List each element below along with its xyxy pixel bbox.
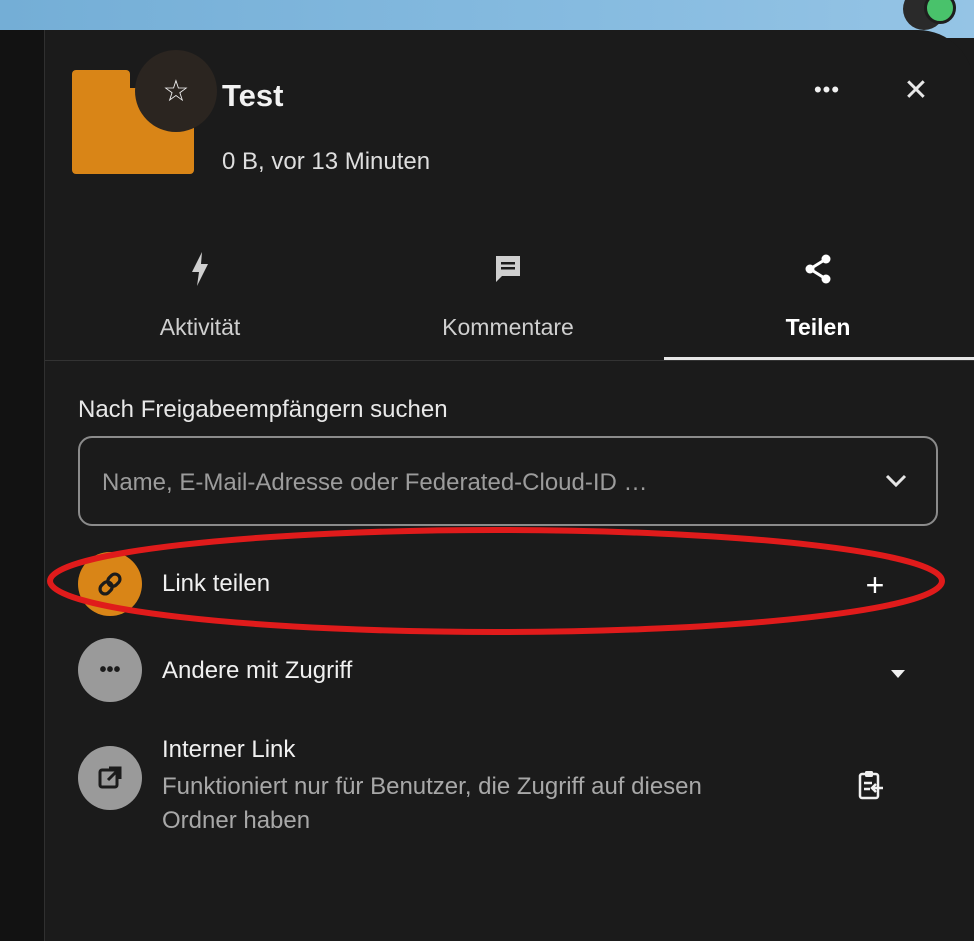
clipboard-icon bbox=[858, 771, 883, 800]
file-meta: 0 B, vor 13 Minuten bbox=[222, 148, 431, 175]
tab-label: Teilen bbox=[785, 314, 851, 340]
comment-icon bbox=[408, 244, 608, 290]
search-label: Nach Freigabeempfängern suchen bbox=[78, 396, 448, 423]
link-icon bbox=[78, 552, 142, 616]
tab-comments[interactable]: Kommentare bbox=[408, 244, 608, 360]
others-expand-button[interactable] bbox=[878, 654, 918, 694]
chevron-down-icon[interactable] bbox=[882, 466, 910, 494]
caret-down-icon bbox=[891, 670, 905, 678]
internal-link-description: Funktioniert nur für Benutzer, die Zugri… bbox=[162, 773, 702, 834]
share-link-label[interactable]: Link teilen bbox=[162, 570, 270, 598]
star-icon: ☆ bbox=[162, 74, 190, 108]
more-actions-button[interactable]: ••• bbox=[805, 72, 849, 108]
close-button[interactable]: ✕ bbox=[896, 70, 936, 110]
tab-label: Aktivität bbox=[159, 314, 241, 340]
recipient-search-box[interactable] bbox=[78, 436, 938, 526]
add-share-link-button[interactable]: + bbox=[852, 562, 898, 608]
others-with-access-label[interactable]: Andere mit Zugriff bbox=[162, 657, 352, 685]
more-icon: ••• bbox=[78, 638, 142, 702]
more-icon-glyph: ••• bbox=[99, 658, 121, 681]
active-tab-indicator bbox=[664, 357, 974, 360]
copy-internal-link-button[interactable] bbox=[846, 760, 896, 810]
more-icon: ••• bbox=[813, 77, 841, 102]
file-title: Test bbox=[222, 78, 284, 113]
tab-share[interactable]: Teilen bbox=[718, 244, 918, 360]
favorite-button[interactable]: ☆ bbox=[135, 50, 217, 132]
plus-icon: + bbox=[865, 566, 885, 603]
tab-label: Kommentare bbox=[442, 314, 574, 340]
external-link-icon bbox=[78, 746, 142, 810]
tabs-divider bbox=[45, 360, 974, 361]
search-input[interactable] bbox=[100, 466, 864, 500]
tab-activity[interactable]: Aktivität bbox=[100, 244, 300, 360]
lightning-icon bbox=[100, 244, 300, 290]
close-icon: ✕ bbox=[903, 73, 929, 107]
share-icon bbox=[718, 244, 918, 290]
file-list-edge bbox=[0, 30, 45, 941]
internal-link-title: Interner Link bbox=[162, 736, 296, 763]
